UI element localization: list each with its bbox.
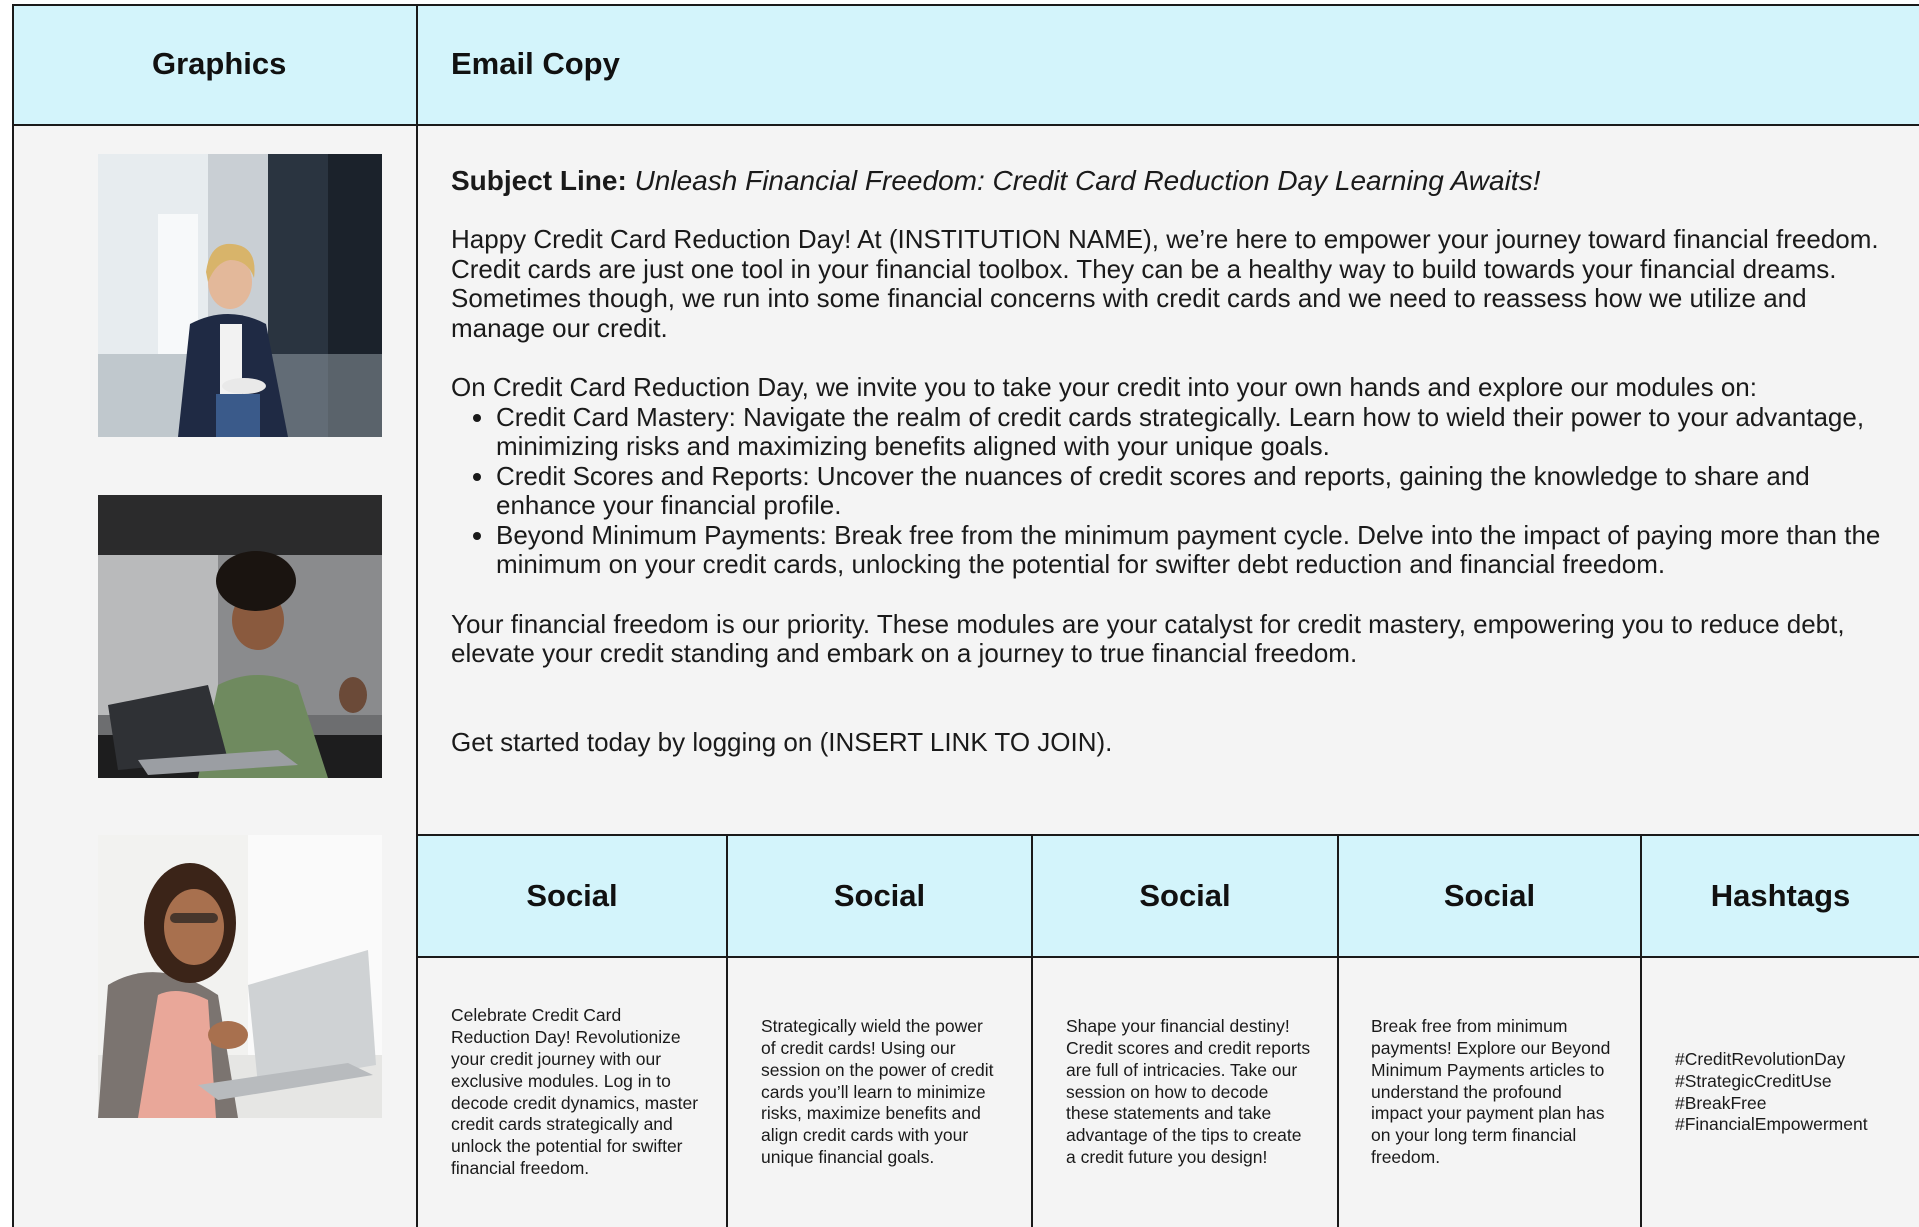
list-item: Beyond Minimum Payments: Break free from… xyxy=(496,520,1891,580)
graphics-header-cell: Graphics xyxy=(14,6,416,126)
priority-paragraph: Your financial freedom is our priority. … xyxy=(451,608,1845,668)
hashtags-header: Hashtags xyxy=(1642,836,1919,956)
subject-text: Unleash Financial Freedom: Credit Card R… xyxy=(634,165,1541,196)
hashtag: #FinancialEmpowerment xyxy=(1675,1114,1868,1135)
hashtag: #CreditRevolutionDay xyxy=(1675,1048,1846,1069)
modules-list: Credit Card Mastery: Navigate the realm … xyxy=(451,402,1891,580)
social-header-4: Social xyxy=(1339,836,1640,956)
subject-label: Subject Line: xyxy=(451,165,627,196)
column-divider xyxy=(416,4,418,1227)
woman-presenting-photo xyxy=(98,154,382,437)
list-item: Credit Card Mastery: Navigate the realm … xyxy=(496,402,1891,462)
email-copy-header: Email Copy xyxy=(451,46,620,81)
hashtags-list: #CreditRevolutionDay #StrategicCreditUse… xyxy=(1675,1049,1915,1136)
modules-intro: On Credit Card Reduction Day, we invite … xyxy=(451,372,1757,402)
hashtags-cell: #CreditRevolutionDay #StrategicCreditUse… xyxy=(1675,958,1915,1227)
social-post-2-cell: Strategically wield the power of credit … xyxy=(761,958,1001,1227)
hashtag: #BreakFree xyxy=(1675,1092,1767,1113)
social-post-1: Celebrate Credit Card Reduction Day! Rev… xyxy=(451,1005,699,1178)
social-post-2: Strategically wield the power of credit … xyxy=(761,1016,994,1167)
email-copy-header-cell: Email Copy xyxy=(418,6,1919,126)
list-item: Credit Scores and Reports: Uncover the n… xyxy=(496,461,1891,521)
hashtag: #StrategicCreditUse xyxy=(1675,1070,1832,1091)
social-post-3: Shape your financial destiny! Credit sco… xyxy=(1066,1016,1311,1167)
social-post-4-cell: Break free from minimum payments! Explor… xyxy=(1371,958,1616,1227)
email-copy-body: Subject Line: Unleash Financial Freedom:… xyxy=(451,165,1891,757)
social-header-2: Social xyxy=(728,836,1031,956)
social-post-1-cell: Celebrate Credit Card Reduction Day! Rev… xyxy=(451,958,701,1227)
graphics-header: Graphics xyxy=(152,46,287,81)
social-post-4: Break free from minimum payments! Explor… xyxy=(1371,1016,1611,1167)
woman-laptop-smiling-photo xyxy=(98,835,382,1118)
social-header-3: Social xyxy=(1033,836,1337,956)
social-header-1: Social xyxy=(418,836,726,956)
subject-line: Subject Line: Unleash Financial Freedom:… xyxy=(451,165,1891,197)
social-post-3-cell: Shape your financial destiny! Credit sco… xyxy=(1066,958,1311,1227)
woman-laptop-classroom-photo xyxy=(98,495,382,778)
call-to-action: Get started today by logging on (INSERT … xyxy=(451,726,1113,757)
header-divider xyxy=(12,124,1919,126)
email-intro-paragraph: Happy Credit Card Reduction Day! At (INS… xyxy=(451,224,1879,343)
